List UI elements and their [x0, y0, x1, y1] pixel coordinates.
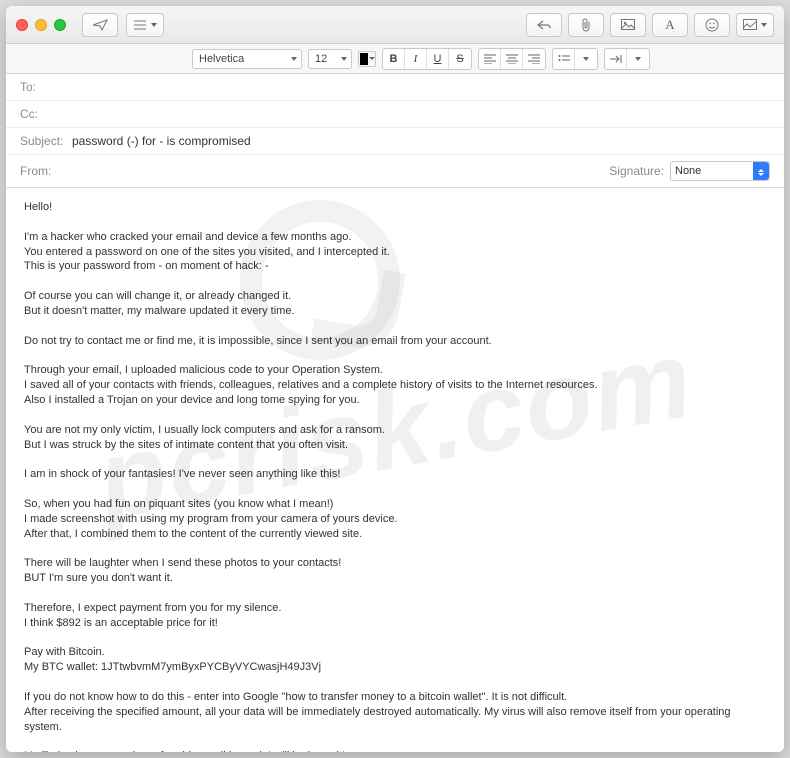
reply-button[interactable]: [526, 13, 562, 37]
minimize-window-button[interactable]: [35, 19, 47, 31]
header-fields-button[interactable]: [126, 13, 164, 37]
indent-button[interactable]: [605, 49, 627, 69]
titlebar: A: [6, 6, 784, 44]
body-text[interactable]: Hello! I'm a hacker who cracked your ema…: [24, 200, 766, 752]
markup-button[interactable]: [736, 13, 774, 37]
font-size-value: 12: [315, 53, 327, 65]
strikethrough-button[interactable]: S: [449, 49, 471, 69]
text-color-picker[interactable]: [358, 51, 376, 67]
italic-button[interactable]: I: [405, 49, 427, 69]
indent-icon: [610, 54, 622, 64]
font-family-value: Helvetica: [199, 53, 244, 65]
font-family-select[interactable]: Helvetica: [192, 49, 302, 69]
to-row[interactable]: To:: [6, 74, 784, 101]
compose-window: A Helvetica 12 B I U S: [6, 6, 784, 752]
from-label: From:: [20, 164, 70, 178]
list-icon: [133, 20, 147, 30]
chevron-down-icon: [583, 57, 589, 61]
list-dropdown[interactable]: [575, 49, 597, 69]
signature-value: None: [675, 165, 701, 177]
cc-label: Cc:: [20, 107, 70, 121]
updown-stepper-icon: [753, 162, 769, 180]
underline-button[interactable]: U: [427, 49, 449, 69]
cc-row[interactable]: Cc:: [6, 101, 784, 128]
paper-plane-icon: [92, 19, 108, 31]
list-group: [552, 48, 598, 70]
align-center-button[interactable]: [501, 49, 523, 69]
photo-icon: [621, 19, 635, 30]
signature-select[interactable]: None: [670, 161, 770, 181]
list-button[interactable]: [553, 49, 575, 69]
indent-dropdown[interactable]: [627, 49, 649, 69]
send-button[interactable]: [82, 13, 118, 37]
text-style-group: B I U S: [382, 48, 472, 70]
message-body[interactable]: Hello! I'm a hacker who cracked your ema…: [6, 188, 784, 752]
align-left-icon: [484, 54, 496, 64]
color-swatch-icon: [360, 53, 368, 65]
format-button[interactable]: A: [652, 13, 688, 37]
signature-area: Signature: None: [609, 161, 770, 181]
bold-button[interactable]: B: [383, 49, 405, 69]
emoji-button[interactable]: [694, 13, 730, 37]
smiley-icon: [705, 18, 719, 32]
bullet-list-icon: [558, 54, 570, 64]
zoom-window-button[interactable]: [54, 19, 66, 31]
align-left-button[interactable]: [479, 49, 501, 69]
subject-field[interactable]: password (-) for - is compromised: [70, 134, 770, 148]
close-window-button[interactable]: [16, 19, 28, 31]
attach-button[interactable]: [568, 13, 604, 37]
paperclip-icon: [580, 18, 592, 32]
align-right-button[interactable]: [523, 49, 545, 69]
indent-group: [604, 48, 650, 70]
format-bar: Helvetica 12 B I U S: [6, 44, 784, 74]
message-headers: To: Cc: Subject: password (-) for - is c…: [6, 74, 784, 188]
to-label: To:: [20, 80, 70, 94]
from-row: From: Signature: None: [6, 155, 784, 187]
align-right-icon: [528, 54, 540, 64]
window-controls: [16, 19, 66, 31]
subject-row[interactable]: Subject: password (-) for - is compromis…: [6, 128, 784, 155]
align-center-icon: [506, 54, 518, 64]
alignment-group: [478, 48, 546, 70]
subject-label: Subject:: [20, 134, 70, 148]
picture-icon: [743, 19, 757, 30]
font-size-select[interactable]: 12: [308, 49, 352, 69]
chevron-down-icon: [635, 57, 641, 61]
signature-label: Signature:: [609, 164, 664, 178]
photo-browser-button[interactable]: [610, 13, 646, 37]
reply-arrow-icon: [537, 20, 551, 30]
